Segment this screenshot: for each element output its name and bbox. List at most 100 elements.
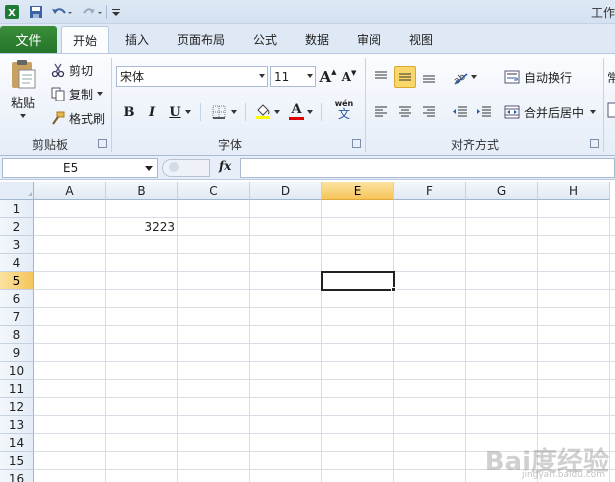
row-header-4[interactable]: 4 bbox=[0, 254, 34, 272]
tab-review[interactable]: 审阅 bbox=[347, 26, 391, 53]
column-header-h[interactable]: H bbox=[538, 182, 610, 200]
format-painter-button[interactable]: 格式刷 bbox=[50, 108, 105, 128]
row-header-5[interactable]: 5 bbox=[0, 272, 34, 290]
grid-hline bbox=[34, 325, 615, 326]
wrap-text-button[interactable]: 自动换行 bbox=[503, 67, 572, 87]
tab-formulas[interactable]: 公式 bbox=[243, 26, 287, 53]
orientation-button[interactable]: ab bbox=[447, 66, 481, 88]
tab-home[interactable]: 开始 bbox=[61, 26, 109, 53]
paste-button[interactable]: 粘贴 bbox=[4, 58, 42, 132]
fill-handle[interactable] bbox=[391, 287, 396, 292]
worksheet-grid[interactable]: ABCDEFGH 1 2 3 4 5 6 7 8 9 10 11 12 13 14 15 16 3223 Ba… bbox=[0, 182, 615, 482]
underline-label: U bbox=[169, 104, 181, 120]
group-divider bbox=[111, 58, 112, 152]
grid-hline bbox=[34, 397, 615, 398]
shrink-font-button[interactable]: A ▼ bbox=[340, 66, 358, 88]
column-header-f[interactable]: F bbox=[394, 182, 466, 200]
row-header-10[interactable]: 10 bbox=[0, 362, 34, 380]
row-header-3[interactable]: 3 bbox=[0, 236, 34, 254]
italic-button[interactable]: I bbox=[142, 101, 162, 123]
tab-file[interactable]: 文件 bbox=[0, 26, 57, 53]
number-format-select-partial[interactable]: 常 bbox=[607, 67, 615, 87]
cut-button[interactable]: 剪切 bbox=[50, 60, 93, 80]
toolbar-divider bbox=[321, 103, 322, 121]
underline-button[interactable]: U bbox=[165, 101, 195, 123]
row-header-9[interactable]: 9 bbox=[0, 344, 34, 362]
row-header-15[interactable]: 15 bbox=[0, 452, 34, 470]
row-header-6[interactable]: 6 bbox=[0, 290, 34, 308]
grid-hline bbox=[34, 379, 615, 380]
bold-button[interactable]: B bbox=[119, 101, 139, 123]
svg-text:ab: ab bbox=[453, 72, 468, 85]
ribbon: 粘贴 剪切 复制 格式刷 剪贴板 宋体 11 A ▲ A ▼ B I U A w… bbox=[0, 53, 615, 156]
column-header-a[interactable]: A bbox=[34, 182, 106, 200]
increase-indent-button[interactable] bbox=[473, 101, 495, 123]
row-header-1[interactable]: 1 bbox=[0, 200, 34, 218]
align-right-button[interactable] bbox=[418, 101, 440, 123]
cut-label: 剪切 bbox=[69, 63, 94, 78]
undo-icon[interactable] bbox=[49, 3, 73, 21]
row-header-2[interactable]: 2 bbox=[0, 218, 34, 236]
row-header-16[interactable]: 16 bbox=[0, 470, 34, 482]
align-top-icon bbox=[374, 71, 388, 83]
column-header-d[interactable]: D bbox=[250, 182, 322, 200]
format-painter-icon bbox=[50, 111, 66, 125]
row-header-12[interactable]: 12 bbox=[0, 398, 34, 416]
tab-data[interactable]: 数据 bbox=[295, 26, 339, 53]
formula-bar-expander[interactable] bbox=[162, 159, 210, 177]
borders-button[interactable] bbox=[207, 101, 241, 123]
excel-logo-icon[interactable]: X bbox=[3, 3, 21, 21]
clipboard-launcher-icon[interactable] bbox=[98, 139, 107, 148]
grid-hline bbox=[34, 343, 615, 344]
formula-bar: E5 fx bbox=[0, 156, 615, 180]
column-header-e[interactable]: E bbox=[322, 182, 394, 200]
tab-insert[interactable]: 插入 bbox=[115, 26, 159, 53]
column-header-g[interactable]: G bbox=[466, 182, 538, 200]
font-size-dropdown-icon bbox=[307, 74, 313, 78]
row-header-11[interactable]: 11 bbox=[0, 380, 34, 398]
row-header-8[interactable]: 8 bbox=[0, 326, 34, 344]
active-cell-e5[interactable] bbox=[321, 271, 395, 291]
font-launcher-icon[interactable] bbox=[352, 139, 361, 148]
group-divider bbox=[603, 58, 604, 152]
align-bottom-icon bbox=[422, 71, 436, 83]
paste-dropdown-icon bbox=[20, 114, 26, 118]
tab-view[interactable]: 视图 bbox=[399, 26, 443, 53]
row-header-7[interactable]: 7 bbox=[0, 308, 34, 326]
row-header-14[interactable]: 14 bbox=[0, 434, 34, 452]
number-format-partial-text: 常 bbox=[607, 70, 615, 85]
font-color-button[interactable]: A bbox=[285, 101, 317, 123]
merge-center-button[interactable]: 合并后居中 bbox=[503, 102, 597, 122]
formula-input[interactable] bbox=[240, 158, 615, 178]
paste-icon bbox=[8, 58, 38, 90]
align-left-button[interactable] bbox=[370, 101, 392, 123]
align-center-button[interactable] bbox=[394, 101, 416, 123]
row-header-13[interactable]: 13 bbox=[0, 416, 34, 434]
align-bottom-button[interactable] bbox=[418, 66, 440, 88]
phonetic-button[interactable]: wén 文 bbox=[327, 98, 361, 120]
increase-indent-icon bbox=[476, 106, 492, 118]
alignment-launcher-icon[interactable] bbox=[590, 139, 599, 148]
redo-icon[interactable] bbox=[80, 3, 104, 21]
grid-vline bbox=[393, 200, 394, 482]
save-icon[interactable] bbox=[27, 3, 45, 21]
tab-page-layout[interactable]: 页面布局 bbox=[167, 26, 235, 53]
grow-font-button[interactable]: A ▲ bbox=[319, 66, 337, 88]
align-right-icon bbox=[422, 106, 436, 118]
font-size-select[interactable]: 11 bbox=[270, 66, 316, 87]
column-header-c[interactable]: C bbox=[178, 182, 250, 200]
copy-dropdown-icon bbox=[97, 92, 104, 96]
copy-button[interactable]: 复制 bbox=[50, 84, 104, 104]
column-header-b[interactable]: B bbox=[106, 182, 178, 200]
align-middle-button[interactable] bbox=[394, 66, 416, 88]
decrease-indent-button[interactable] bbox=[449, 101, 471, 123]
align-top-button[interactable] bbox=[370, 66, 392, 88]
customize-icon[interactable] bbox=[110, 3, 122, 21]
font-name-select[interactable]: 宋体 bbox=[116, 66, 268, 87]
insert-function-icon[interactable]: fx bbox=[219, 159, 231, 173]
merge-center-label: 合并后居中 bbox=[524, 105, 585, 120]
select-all-corner[interactable] bbox=[0, 182, 34, 200]
name-box[interactable]: E5 bbox=[2, 158, 158, 178]
fill-color-button[interactable] bbox=[251, 101, 283, 123]
cell-b2[interactable]: 3223 bbox=[106, 218, 178, 236]
